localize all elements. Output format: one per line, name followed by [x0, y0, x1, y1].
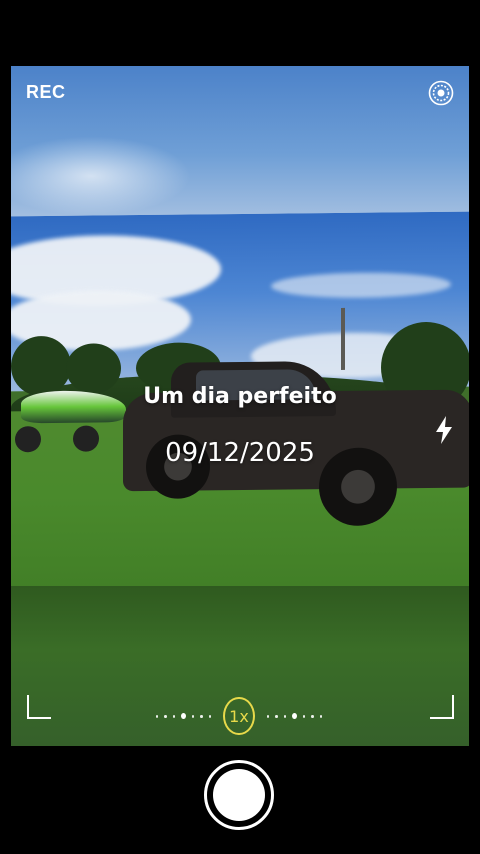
zoom-tick	[155, 714, 159, 718]
sky-background	[11, 66, 469, 226]
zoom-tick	[164, 714, 167, 718]
zoom-tick	[266, 714, 270, 718]
zoom-tick	[319, 714, 323, 718]
zoom-tick	[283, 714, 286, 718]
zoom-tick	[192, 714, 195, 718]
caption-date: 09/12/2025	[165, 438, 315, 468]
zoom-tick	[311, 714, 314, 718]
zoom-tick	[200, 714, 203, 718]
zoom-control[interactable]: 1x	[155, 696, 323, 736]
settings-icon[interactable]	[428, 80, 454, 106]
flash-icon[interactable]	[434, 416, 454, 444]
zoom-level-button[interactable]: 1x	[223, 697, 255, 735]
rec-label: REC	[26, 82, 66, 102]
zoom-tick	[172, 714, 176, 718]
shutter-button[interactable]	[204, 760, 274, 830]
utility-pole	[341, 307, 345, 370]
zoom-marker	[291, 713, 297, 719]
zoom-marker	[181, 713, 187, 719]
caption-title: Um dia perfeito	[143, 384, 337, 409]
shutter-inner	[213, 769, 265, 821]
zoom-tick	[208, 714, 212, 718]
frame-corner-bottom-right	[430, 695, 454, 719]
zoom-tick	[275, 714, 278, 718]
photo-preview	[11, 211, 469, 607]
frame-corner-bottom-left	[27, 695, 51, 719]
zoom-tick	[302, 714, 306, 718]
